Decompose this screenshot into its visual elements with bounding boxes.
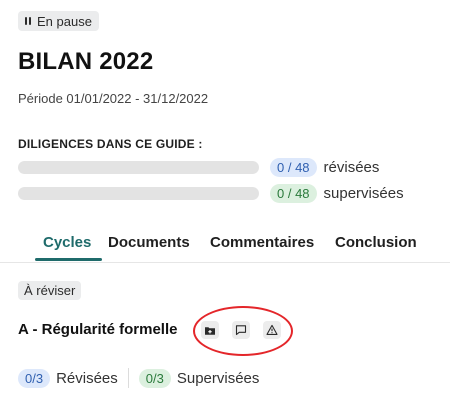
count-badge-supervised: 0 / 48: [270, 183, 317, 203]
progress-label-supervised: supervisées: [323, 184, 404, 202]
cycle-label-supervised: Supervisées: [176, 369, 260, 387]
add-anomaly-button[interactable]: [263, 321, 281, 339]
progress-bar-supervised: [18, 186, 259, 200]
cycle-count-supervised: 0/3: [138, 368, 171, 388]
cycle-title[interactable]: A - Régularité formelle: [18, 321, 177, 338]
progress-row-supervised: 0 / 48 supervisées: [18, 183, 404, 203]
progress-label-reviewed: révisées: [323, 158, 380, 176]
period-text: Période 01/01/2022 - 31/12/2022: [18, 91, 209, 106]
comment-icon: [235, 325, 247, 336]
tab-bar: Cycles Documents Commentaires Conclusion: [0, 230, 450, 263]
pause-icon: [25, 16, 31, 26]
active-tab-indicator: [35, 258, 102, 261]
cycle-status-badge: À réviser: [18, 281, 82, 300]
tab-documents[interactable]: Documents: [108, 234, 190, 251]
add-comment-button[interactable]: [232, 321, 250, 339]
tab-comments[interactable]: Commentaires: [210, 234, 314, 251]
tab-cycles[interactable]: Cycles: [43, 234, 91, 251]
warning-icon: [266, 324, 278, 335]
guide-panel: En pause BILAN 2022 Période 01/01/2022 -…: [0, 0, 450, 408]
progress-row-reviewed: 0 / 48 révisées: [18, 157, 379, 177]
cycle-summary: 0/3 Révisées 0/3 Supervisées: [18, 368, 259, 388]
cycle-label-reviewed: Révisées: [56, 369, 118, 387]
summary-divider: [127, 368, 129, 388]
status-badge: En pause: [18, 11, 99, 31]
page-title: BILAN 2022: [18, 48, 154, 75]
progress-bar-reviewed: [18, 160, 259, 174]
add-folder-button[interactable]: [201, 321, 219, 339]
cycle-count-reviewed: 0/3: [18, 368, 51, 388]
diligences-heading: DILIGENCES DANS CE GUIDE :: [18, 137, 203, 151]
tab-conclusion[interactable]: Conclusion: [335, 234, 417, 251]
count-badge-reviewed: 0 / 48: [270, 157, 317, 177]
status-label: En pause: [37, 13, 92, 29]
folder-add-icon: [205, 326, 215, 335]
